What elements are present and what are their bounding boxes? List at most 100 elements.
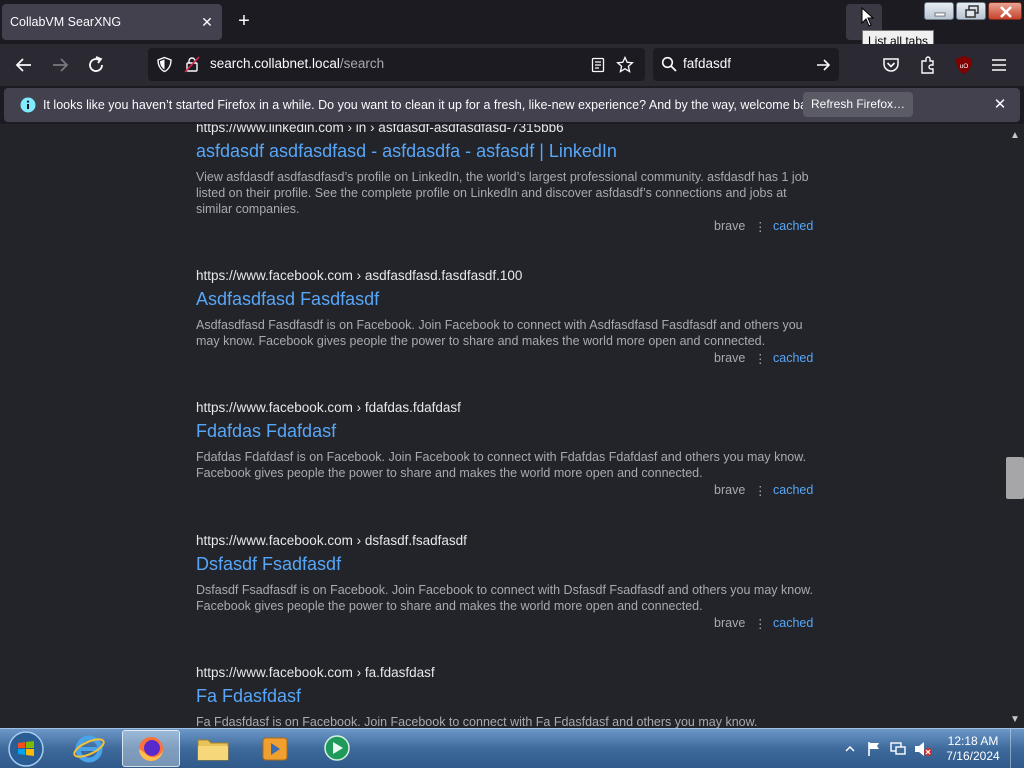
- result-meta: brave ⋮ cached: [196, 483, 816, 499]
- result-meta: brave ⋮ cached: [196, 616, 816, 632]
- restore-icon: [965, 5, 979, 18]
- kebab-icon: ⋮: [754, 617, 767, 631]
- minimize-icon: [934, 12, 946, 17]
- new-tab-button[interactable]: +: [232, 10, 256, 34]
- window-controls: [924, 2, 1022, 21]
- browser-tab[interactable]: CollabVM SearXNG ✕: [2, 4, 222, 40]
- lock-insecure-icon[interactable]: [184, 56, 200, 73]
- bookmark-star-icon[interactable]: [616, 56, 634, 74]
- action-center-flag-icon[interactable]: [865, 740, 883, 758]
- address-bar[interactable]: search.collabnet.local/search: [148, 48, 645, 81]
- desktop-screen: CollabVM SearXNG ✕ + List all tabs searc…: [0, 0, 1024, 768]
- file-explorer-taskbar-icon[interactable]: [184, 730, 242, 767]
- start-button-icon[interactable]: [6, 730, 46, 768]
- tab-close-icon[interactable]: ✕: [198, 13, 216, 31]
- internet-explorer-icon: [73, 735, 105, 763]
- result-title-link[interactable]: Dsfasdf Fsadfasdf: [196, 554, 816, 575]
- volume-muted-icon[interactable]: [913, 740, 933, 758]
- cached-link[interactable]: cached: [773, 483, 813, 497]
- search-bar[interactable]: fafdasdf: [653, 48, 839, 81]
- show-desktop-button[interactable]: [1010, 729, 1024, 768]
- cached-link[interactable]: cached: [773, 616, 813, 630]
- result-url[interactable]: https://www.facebook.com › fdafdas.fdafd…: [196, 400, 816, 415]
- scroll-down-arrow-icon[interactable]: ▼: [1007, 712, 1023, 728]
- clock-date: 7/16/2024: [946, 749, 1000, 763]
- search-icon: [661, 56, 677, 72]
- cached-link[interactable]: cached: [773, 219, 813, 233]
- result-item: https://www.linkedin.com › in › asfdasdf…: [196, 124, 816, 235]
- folder-icon: [197, 739, 229, 761]
- firefox-taskbar-icon[interactable]: [122, 730, 180, 767]
- result-engine: brave: [714, 483, 746, 497]
- svg-text:uO: uO: [960, 63, 969, 70]
- result-url[interactable]: https://www.linkedin.com › in › asfdasdf…: [196, 124, 816, 135]
- result-snippet: Fa Fdasfdasf is on Facebook. Join Facebo…: [196, 715, 758, 728]
- window-close-icon: [1000, 6, 1012, 18]
- pocket-icon[interactable]: [882, 56, 900, 74]
- extensions-puzzle-icon[interactable]: [919, 55, 937, 75]
- result-url[interactable]: https://www.facebook.com › fa.fdasfdasf: [196, 665, 816, 680]
- back-icon[interactable]: [12, 53, 36, 77]
- media-center-taskbar-icon[interactable]: [308, 730, 366, 767]
- clock-time: 12:18 AM: [947, 734, 999, 748]
- url-text[interactable]: search.collabnet.local/search: [210, 56, 384, 71]
- mouse-cursor-icon: [861, 7, 875, 27]
- reload-icon[interactable]: [84, 53, 108, 77]
- result-item: https://www.facebook.com › fdafdas.fdafd…: [196, 400, 816, 499]
- url-host: search.collabnet.local: [210, 56, 340, 71]
- cached-link[interactable]: cached: [773, 351, 813, 365]
- reader-view-icon[interactable]: [590, 57, 606, 73]
- search-input[interactable]: fafdasdf: [683, 56, 731, 71]
- result-meta: brave ⋮ cached: [196, 219, 816, 235]
- result-url[interactable]: https://www.facebook.com › dsfasdf.fsadf…: [196, 533, 816, 548]
- media-player-taskbar-icon[interactable]: [246, 730, 304, 767]
- firefox-icon: [139, 737, 163, 761]
- result-meta: brave ⋮ cached: [196, 351, 816, 367]
- result-snippet: View asfdasdf asdfasdfasd’s profile on L…: [196, 170, 809, 216]
- hamburger-menu-icon[interactable]: [990, 56, 1008, 74]
- media-center-icon: [324, 735, 350, 761]
- kebab-icon: ⋮: [754, 352, 767, 366]
- taskbar-clock[interactable]: 12:18 AM 7/16/2024: [940, 734, 1006, 764]
- tracking-protection-shield-icon[interactable]: [156, 56, 173, 73]
- restore-button[interactable]: [956, 2, 986, 20]
- forward-icon[interactable]: [48, 53, 72, 77]
- windows-taskbar: 12:18 AM 7/16/2024: [0, 728, 1024, 768]
- search-go-arrow-icon[interactable]: [815, 57, 831, 73]
- media-player-icon: [262, 737, 288, 761]
- tab-title: CollabVM SearXNG: [10, 15, 122, 29]
- network-icon[interactable]: [889, 740, 907, 758]
- scrollbar-thumb[interactable]: [1006, 457, 1024, 499]
- result-item: https://www.facebook.com › dsfasdf.fsadf…: [196, 533, 816, 632]
- result-url[interactable]: https://www.facebook.com › asdfasdfasd.f…: [196, 268, 816, 283]
- result-title-link[interactable]: Fa Fdasfdasf: [196, 686, 816, 707]
- result-title-link[interactable]: Fdafdas Fdafdasf: [196, 421, 816, 442]
- refresh-firefox-button[interactable]: Refresh Firefox…: [803, 92, 913, 117]
- search-results-page: https://www.linkedin.com › in › asfdasdf…: [0, 124, 1024, 728]
- scroll-up-arrow-icon[interactable]: ▲: [1007, 128, 1023, 144]
- kebab-icon: ⋮: [754, 220, 767, 234]
- result-engine: brave: [714, 219, 746, 233]
- show-hidden-icons-icon[interactable]: [843, 741, 857, 757]
- internet-explorer-taskbar-icon[interactable]: [60, 730, 118, 767]
- result-item: https://www.facebook.com › fa.fdasfdasf …: [196, 665, 816, 728]
- notification-close-icon[interactable]: ✕: [990, 95, 1010, 115]
- ublock-origin-icon[interactable]: uO: [955, 55, 973, 75]
- window-close-button[interactable]: [988, 2, 1022, 20]
- refresh-firefox-notification: It looks like you haven’t started Firefo…: [4, 88, 1020, 122]
- result-snippet: Fdafdas Fdafdasf is on Facebook. Join Fa…: [196, 450, 807, 480]
- result-engine: brave: [714, 351, 746, 365]
- minimize-button[interactable]: [924, 2, 954, 20]
- tab-strip: CollabVM SearXNG ✕ + List all tabs: [0, 0, 1024, 51]
- info-icon: [20, 97, 36, 113]
- page-scrollbar[interactable]: [1006, 124, 1024, 728]
- result-snippet: Asdfasdfasd Fasdfasdf is on Facebook. Jo…: [196, 318, 803, 348]
- url-path: /search: [339, 56, 385, 71]
- result-title-link[interactable]: asfdasdf asdfasdfasd - asfdasdfa - asfas…: [196, 141, 816, 162]
- notification-message: It looks like you haven’t started Firefo…: [43, 98, 824, 112]
- result-title-link[interactable]: Asdfasdfasd Fasdfasdf: [196, 289, 816, 310]
- result-item: https://www.facebook.com › asdfasdfasd.f…: [196, 268, 816, 367]
- kebab-icon: ⋮: [754, 484, 767, 498]
- result-engine: brave: [714, 616, 746, 630]
- result-snippet: Dsfasdf Fsadfasdf is on Facebook. Join F…: [196, 583, 813, 613]
